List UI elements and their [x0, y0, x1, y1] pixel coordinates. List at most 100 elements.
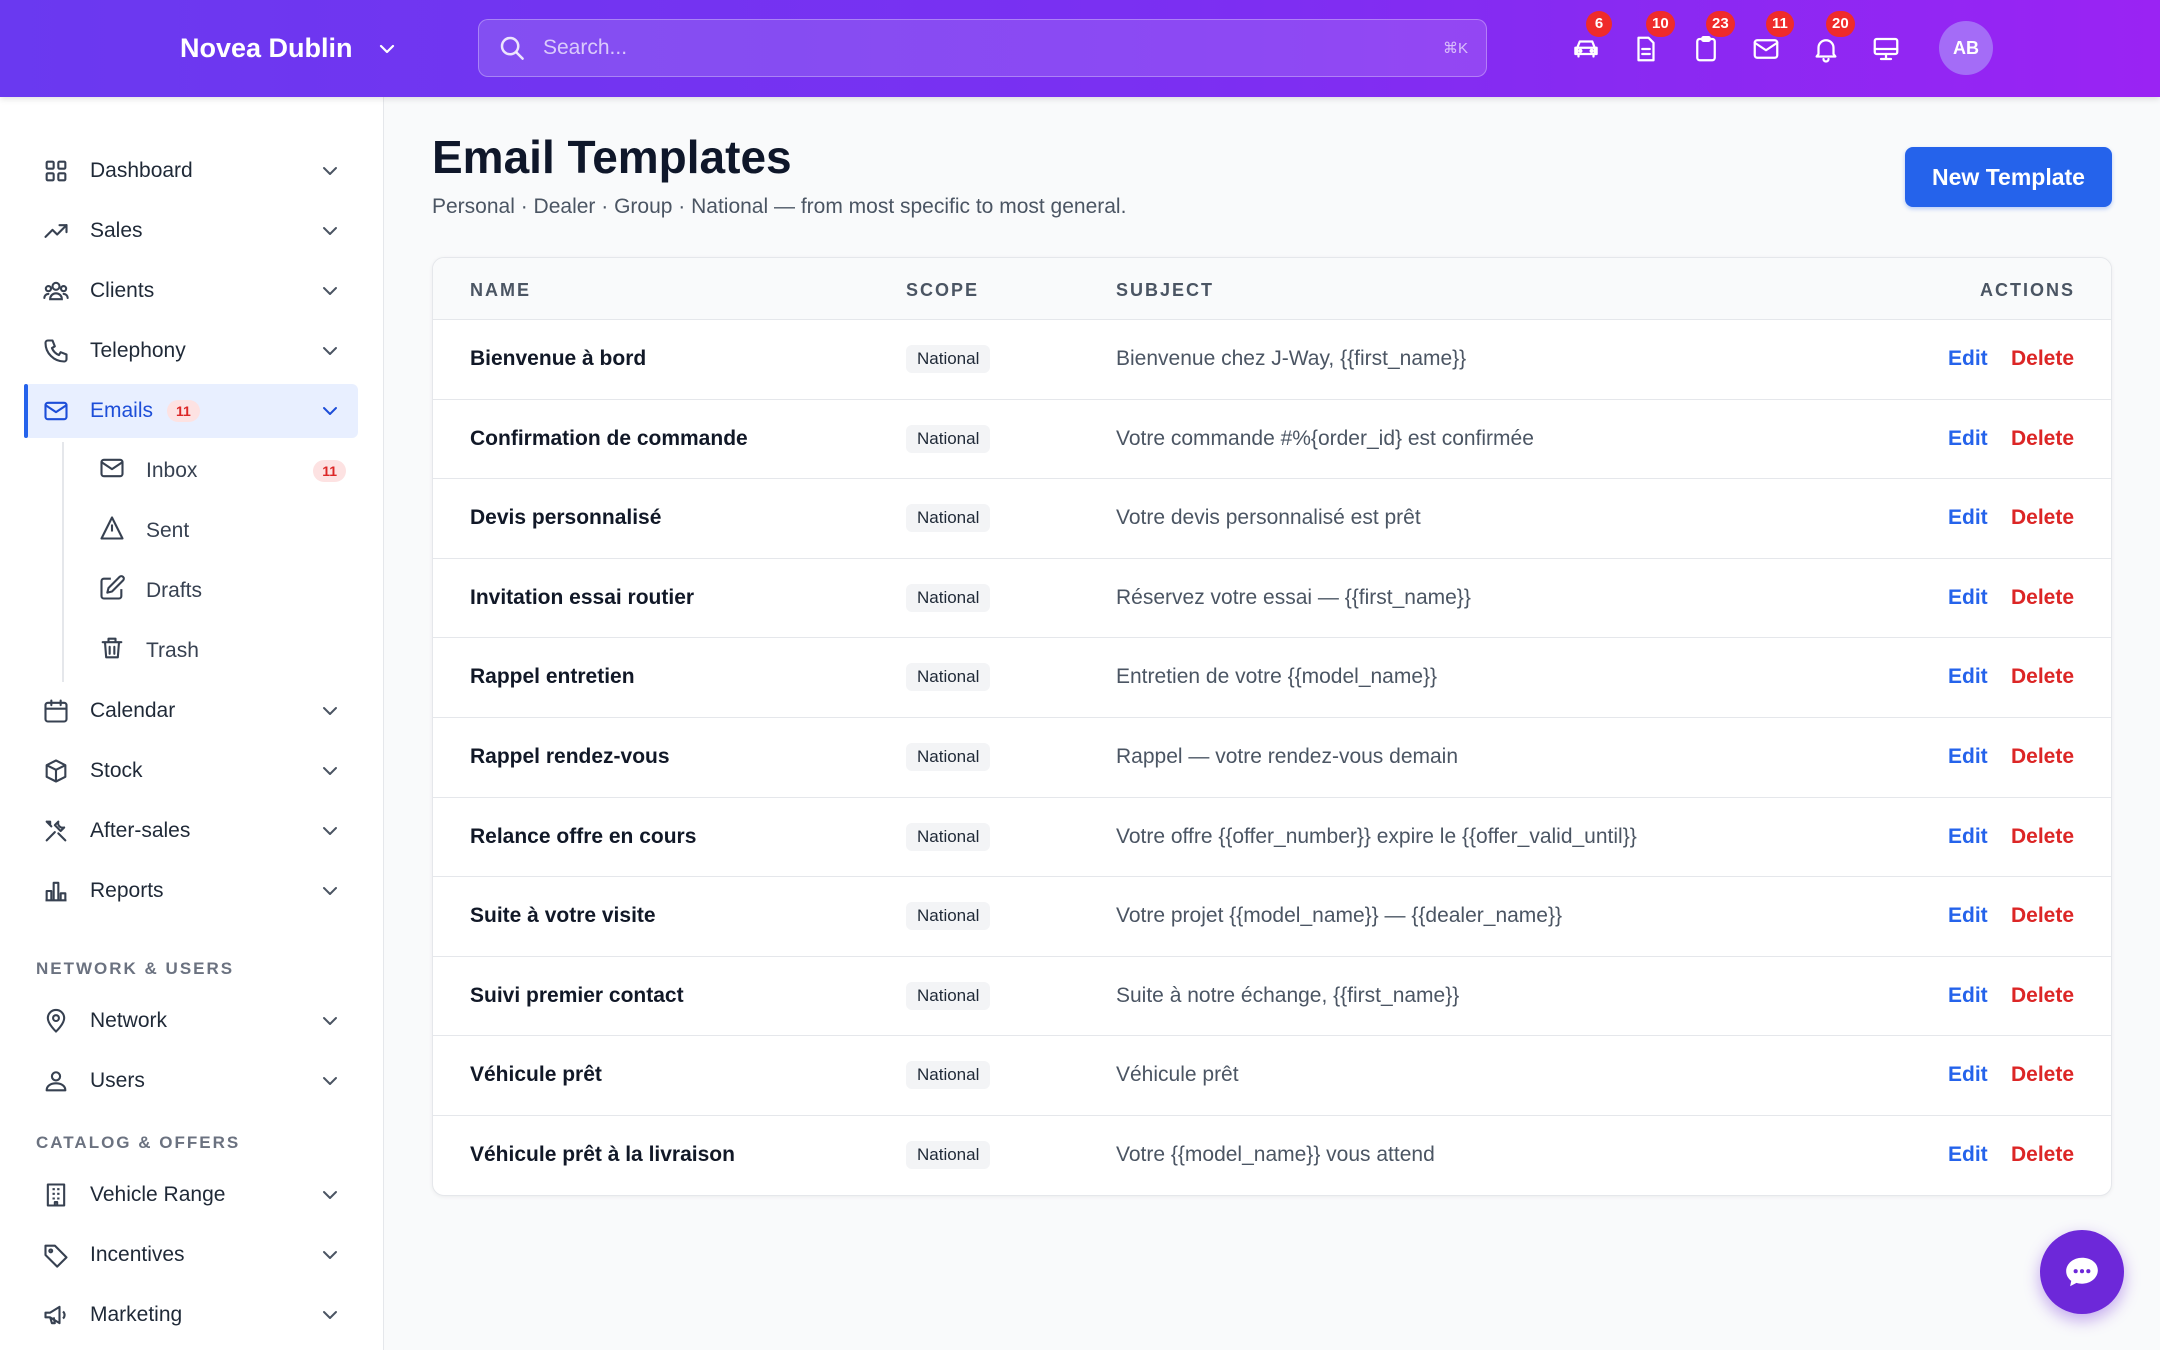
dealer-switcher[interactable]: Novea Dublin: [180, 0, 399, 97]
sidebar-item-sales[interactable]: Sales: [24, 204, 358, 258]
user-icon: [42, 1067, 70, 1095]
monitor-icon[interactable]: [1868, 31, 1904, 67]
inbox-count-badge: 11: [313, 460, 346, 482]
sidebar-item-calendar[interactable]: Calendar: [24, 684, 358, 738]
chat-button[interactable]: [2040, 1230, 2124, 1314]
template-subject: Suite à notre échange, {{first_name}}: [1116, 983, 1460, 1007]
sidebar-subitem-sent[interactable]: Sent: [80, 504, 358, 558]
sidebar-item-label: Sales: [90, 219, 143, 242]
edit-link[interactable]: Edit: [1948, 506, 1988, 530]
sidebar-item-label: Reports: [90, 879, 164, 902]
tag-icon: [42, 1241, 70, 1269]
sidebar-item-after-sales[interactable]: After-sales: [24, 804, 358, 858]
sidebar-item-stock[interactable]: Stock: [24, 744, 358, 798]
table-row[interactable]: Véhicule prêt à la livraison National Votr…: [433, 1116, 2111, 1195]
sidebar-item-label: Users: [90, 1069, 145, 1092]
grid-icon: [42, 157, 70, 185]
table-row[interactable]: Confirmation de commande National Votre co…: [433, 400, 2111, 480]
top-bar: Novea Dublin ⌘K 6 10 23 11 20: [0, 0, 2160, 97]
new-template-button[interactable]: New Template: [1905, 147, 2112, 207]
column-header-subject: SUBJECT: [1116, 280, 1215, 300]
edit-link[interactable]: Edit: [1948, 745, 1988, 769]
chevron-down-icon: [323, 1077, 337, 1085]
chat-icon: [2066, 1257, 2098, 1287]
sidebar-item-dashboard[interactable]: Dashboard: [24, 144, 358, 198]
template-subject: Votre commande #%{order_id} est confirmé…: [1116, 426, 1534, 450]
template-subject: Votre offre {{offer_number}} expire le {…: [1116, 824, 1637, 848]
sidebar-item-reports[interactable]: Reports: [24, 864, 358, 918]
table-header: NAME SCOPE SUBJECT ACTIONS: [433, 258, 2111, 320]
template-name: Devis personnalisé: [470, 506, 662, 530]
sidebar-item-label: After-sales: [90, 819, 191, 842]
chevron-down-icon: [323, 827, 337, 835]
sidebar-subitem-trash[interactable]: Trash: [80, 624, 358, 678]
trending-up-icon: [42, 217, 70, 245]
edit-link[interactable]: Edit: [1948, 984, 1988, 1008]
sidebar-item-emails[interactable]: Emails 11: [24, 384, 358, 438]
delete-link[interactable]: Delete: [2011, 347, 2074, 371]
scope-badge: National: [906, 1061, 991, 1090]
delete-link[interactable]: Delete: [2011, 745, 2074, 769]
brand-name: Novea Dublin: [180, 33, 353, 63]
table-row[interactable]: Rappel rendez-vous National Rappel — votre…: [433, 718, 2111, 798]
edit-link[interactable]: Edit: [1948, 825, 1988, 849]
template-name: Invitation essai routier: [470, 585, 695, 609]
scope-badge: National: [906, 981, 991, 1010]
emails-count-badge: 11: [167, 400, 200, 422]
chevron-down-icon: [323, 1251, 337, 1259]
edit-link[interactable]: Edit: [1948, 1143, 1988, 1167]
car-icon[interactable]: 6: [1568, 10, 1612, 67]
chevron-down-icon: [323, 1191, 337, 1199]
edit-link[interactable]: Edit: [1948, 1063, 1988, 1087]
sidebar-item-telephony[interactable]: Telephony: [24, 324, 358, 378]
sidebar-item-label: Dashboard: [90, 159, 193, 182]
clipboard-icon[interactable]: 23: [1688, 10, 1735, 67]
delete-link[interactable]: Delete: [2011, 984, 2074, 1008]
table-row[interactable]: Rappel entretien National Entretien de vot…: [433, 638, 2111, 718]
table-row[interactable]: Bienvenue à bord National Bienvenue chez J…: [433, 320, 2111, 400]
chevron-down-icon: [323, 1017, 337, 1025]
box-icon: [42, 757, 70, 785]
template-name: Véhicule prêt: [470, 1063, 602, 1087]
table-row[interactable]: Devis personnalisé National Votre devis pe…: [433, 479, 2111, 559]
sidebar-subitem-drafts[interactable]: Drafts: [80, 564, 358, 618]
delete-link[interactable]: Delete: [2011, 1063, 2074, 1087]
chevron-down-icon: [323, 887, 337, 895]
sidebar-item-network[interactable]: Network: [24, 994, 358, 1048]
mail-icon[interactable]: 11: [1748, 10, 1794, 67]
bell-icon[interactable]: 20: [1808, 10, 1855, 67]
delete-link[interactable]: Delete: [2011, 665, 2074, 689]
sidebar-item-label: Network: [90, 1009, 168, 1032]
car-badge: 6: [1586, 10, 1612, 37]
sidebar-item-incentives[interactable]: Incentives: [24, 1228, 358, 1282]
search-box[interactable]: ⌘K: [478, 19, 1487, 77]
edit-link[interactable]: Edit: [1948, 347, 1988, 371]
delete-link[interactable]: Delete: [2011, 904, 2074, 928]
edit-link[interactable]: Edit: [1948, 427, 1988, 451]
search-input[interactable]: [543, 36, 1443, 60]
top-icons: 6 10 23 11 20: [1568, 0, 1904, 97]
sidebar-item-marketing[interactable]: Marketing: [24, 1288, 358, 1342]
edit-link[interactable]: Edit: [1948, 586, 1988, 610]
delete-link[interactable]: Delete: [2011, 427, 2074, 451]
sidebar-subitem-inbox[interactable]: Inbox 11: [80, 444, 358, 498]
delete-link[interactable]: Delete: [2011, 586, 2074, 610]
document-icon[interactable]: 10: [1628, 10, 1675, 67]
sidebar-item-vehicle-range[interactable]: Vehicle Range: [24, 1168, 358, 1222]
delete-link[interactable]: Delete: [2011, 825, 2074, 849]
sidebar-item-clients[interactable]: Clients: [24, 264, 358, 318]
edit-link[interactable]: Edit: [1948, 904, 1988, 928]
table-row[interactable]: Suite à votre visite National Votre projet…: [433, 877, 2111, 957]
templates-table: NAME SCOPE SUBJECT ACTIONS Bienvenue à b…: [432, 257, 2112, 1196]
table-row[interactable]: Suivi premier contact National Suite à not…: [433, 957, 2111, 1037]
table-row[interactable]: Véhicule prêt National Véhicule prêt Edit De…: [433, 1036, 2111, 1116]
sidebar: Dashboard Sales Clients Telephony Emails…: [0, 97, 384, 1350]
edit-link[interactable]: Edit: [1948, 665, 1988, 689]
section-title-catalog: CATALOG & OFFERS: [36, 1133, 241, 1152]
delete-link[interactable]: Delete: [2011, 506, 2074, 530]
table-row[interactable]: Invitation essai routier National Réservez…: [433, 559, 2111, 639]
user-avatar[interactable]: AB: [1939, 21, 1993, 75]
table-row[interactable]: Relance offre en cours National Votre offr…: [433, 798, 2111, 878]
delete-link[interactable]: Delete: [2011, 1143, 2074, 1167]
sidebar-item-users[interactable]: Users: [24, 1054, 358, 1108]
